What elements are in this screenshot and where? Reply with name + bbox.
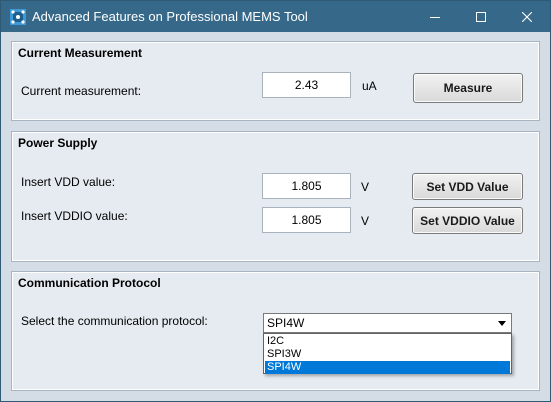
vddio-unit-label: V	[361, 214, 370, 228]
protocol-select-value: SPI4W	[267, 316, 305, 330]
protocol-dropdown-list: I2C SPI3W SPI4W	[263, 333, 512, 374]
minimize-button[interactable]	[412, 1, 458, 32]
current-measurement-field[interactable]: 2.43	[262, 72, 351, 98]
close-button[interactable]	[504, 1, 550, 32]
vdd-unit-label: V	[361, 180, 370, 194]
current-measurement-label: Current measurement:	[21, 84, 142, 98]
protocol-select[interactable]: SPI4W	[263, 313, 512, 333]
power-supply-group: Power Supply Insert VDD value: 1.805 V S…	[11, 131, 540, 262]
app-window: Advanced Features on Professional MEMS T…	[0, 0, 551, 402]
protocol-label: Select the communication protocol:	[21, 314, 208, 328]
window-title: Advanced Features on Professional MEMS T…	[32, 9, 308, 24]
set-vdd-button[interactable]: Set VDD Value	[412, 173, 523, 200]
chevron-down-icon[interactable]	[495, 316, 509, 330]
group-title-power-supply: Power Supply	[18, 136, 98, 150]
current-measurement-group: Current Measurement Current measurement:…	[11, 41, 540, 121]
set-vddio-button[interactable]: Set VDDIO Value	[412, 207, 523, 234]
mems-app-icon	[10, 9, 26, 25]
vdd-label: Insert VDD value:	[21, 175, 116, 189]
dropdown-option-spi4w[interactable]: SPI4W	[265, 361, 510, 374]
close-icon	[522, 11, 532, 22]
vddio-label: Insert VDDIO value:	[21, 209, 128, 223]
maximize-icon	[476, 11, 486, 22]
vddio-field[interactable]: 1.805	[262, 207, 351, 233]
dropdown-option-i2c[interactable]: I2C	[265, 335, 510, 348]
communication-protocol-group: Communication Protocol Select the commun…	[11, 271, 540, 391]
minimize-icon	[430, 12, 440, 22]
group-title-current-measurement: Current Measurement	[18, 46, 143, 60]
measure-button[interactable]: Measure	[413, 73, 523, 103]
client-area: Current Measurement Current measurement:…	[1, 32, 550, 401]
maximize-button[interactable]	[458, 1, 504, 32]
dropdown-option-spi3w[interactable]: SPI3W	[265, 348, 510, 361]
group-title-communication-protocol: Communication Protocol	[18, 276, 161, 290]
current-unit-label: uA	[362, 79, 377, 93]
vdd-field[interactable]: 1.805	[262, 173, 351, 199]
title-bar[interactable]: Advanced Features on Professional MEMS T…	[1, 1, 550, 32]
